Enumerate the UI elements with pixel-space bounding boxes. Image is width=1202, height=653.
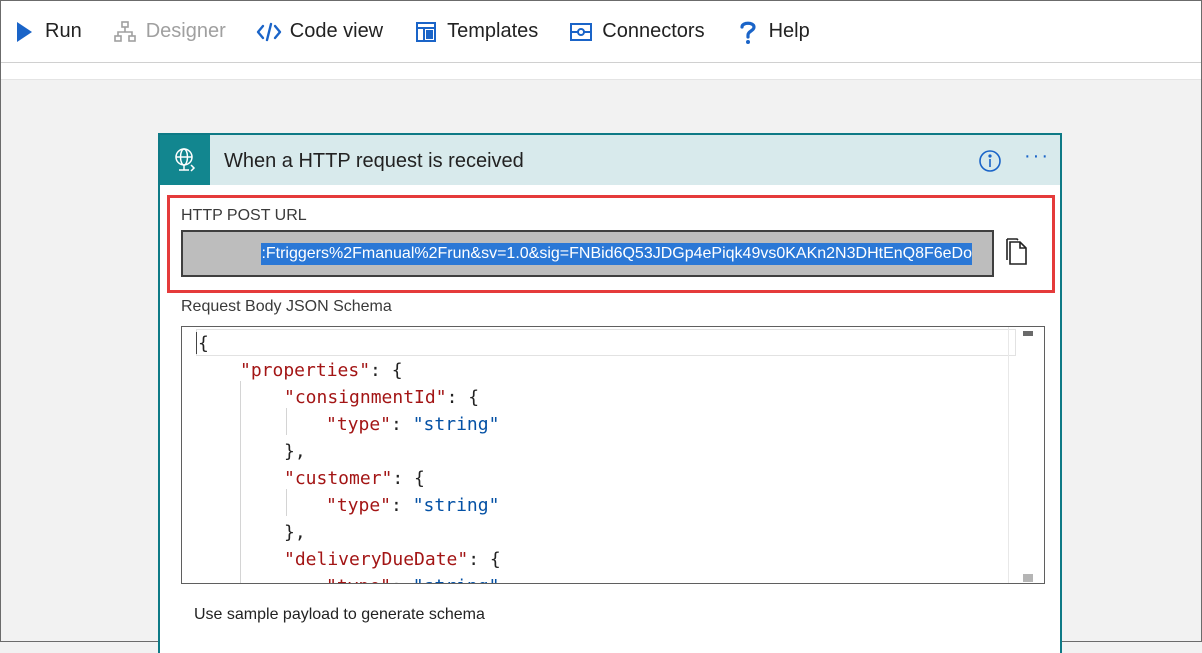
code-icon <box>256 19 282 45</box>
trigger-card-header[interactable]: When a HTTP request is received ··· <box>160 135 1060 185</box>
indent-guide <box>286 408 287 435</box>
text-cursor <box>196 332 197 354</box>
templates-label: Templates <box>447 20 539 42</box>
question-icon <box>735 19 761 45</box>
indent-guide <box>240 381 241 583</box>
http-post-url-field[interactable]: :Ftriggers%2Fmanual%2Frun&sv=1.0&sig=FNB… <box>181 230 994 277</box>
info-icon[interactable] <box>978 149 1002 173</box>
code-line: "consignmentId": { <box>284 387 480 408</box>
more-options-icon[interactable]: ··· <box>1024 145 1050 168</box>
code-line: "type": "string" <box>326 414 500 435</box>
request-body-schema-label: Request Body JSON Schema <box>181 298 392 315</box>
designer-button[interactable]: Designer <box>112 12 226 52</box>
connectors-button[interactable]: Connectors <box>568 12 705 52</box>
indent-guide <box>286 489 287 516</box>
http-post-url-value: :Ftriggers%2Fmanual%2Frun&sv=1.0&sig=FNB… <box>261 242 972 265</box>
scrollbar-top-marker[interactable] <box>1023 331 1033 336</box>
scrollbar-bottom-marker[interactable] <box>1023 574 1033 582</box>
code-line: { <box>198 333 209 354</box>
generate-schema-link[interactable]: Use sample payload to generate schema <box>194 606 485 624</box>
trigger-title: When a HTTP request is received <box>224 150 524 172</box>
connectors-label: Connectors <box>602 20 705 42</box>
designer-label: Designer <box>145 20 226 42</box>
play-icon <box>11 19 37 45</box>
copy-url-button[interactable] <box>1005 237 1031 267</box>
toolbar-divider <box>1 63 1201 80</box>
json-schema-editor[interactable]: { "properties": { "consignmentId": { "ty… <box>181 326 1045 584</box>
code-line: "type": "string" <box>326 573 499 583</box>
designer-tree-icon <box>112 19 138 45</box>
code-view-button[interactable]: Code view <box>256 12 383 52</box>
run-button[interactable]: Run <box>11 12 82 52</box>
templates-icon <box>413 19 439 45</box>
copy-icon <box>1006 238 1027 265</box>
run-label: Run <box>45 20 82 42</box>
help-label: Help <box>768 20 810 42</box>
code-line: "properties": { <box>240 360 403 381</box>
code-line: }, <box>284 522 306 543</box>
http-request-trigger-icon <box>160 135 210 185</box>
code-view-label: Code view <box>289 20 384 42</box>
http-post-url-label: HTTP POST URL <box>181 207 307 224</box>
code-line: "deliveryDueDate": { <box>284 549 501 570</box>
designer-toolbar: Run Designer Code view Templates Connect… <box>1 1 1201 63</box>
code-line: }, <box>284 441 306 462</box>
code-line: "type": "string" <box>326 495 500 516</box>
overview-ruler <box>1008 327 1009 583</box>
templates-button[interactable]: Templates <box>413 12 538 52</box>
help-button[interactable]: Help <box>735 12 810 52</box>
current-line-highlight <box>196 329 1016 356</box>
code-line: "customer": { <box>284 468 425 489</box>
connector-icon <box>568 19 594 45</box>
